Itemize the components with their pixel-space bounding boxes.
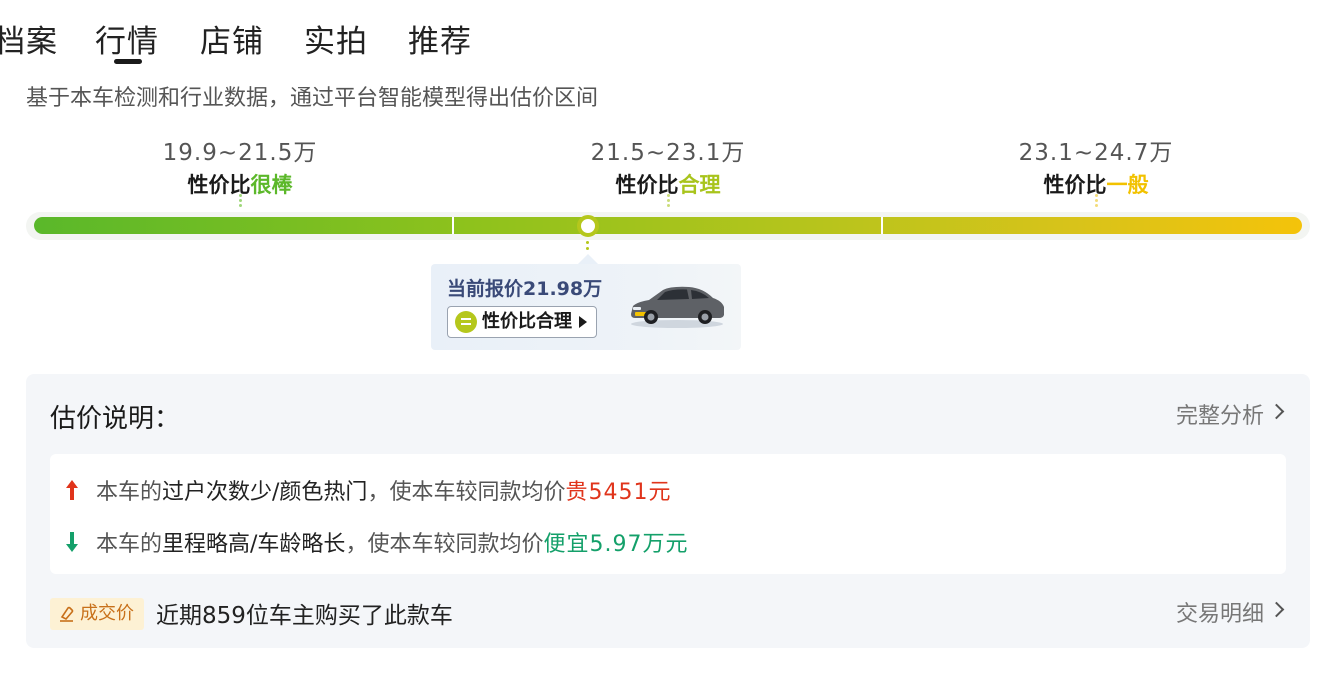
range-normal: 23.1~24.7万 性价比一般 <box>946 133 1246 199</box>
chevron-right-icon <box>1268 403 1285 420</box>
value-rating-label: 性价比合理 <box>482 311 572 332</box>
tab-recommend[interactable]: 推荐 <box>408 16 472 61</box>
range-label-highlight: 一般 <box>1106 173 1149 197</box>
explanation-title: 估价说明： <box>50 404 181 434</box>
price-bar-separator <box>881 217 883 234</box>
deal-summary: 近期859位车主购买了此款车 <box>156 603 453 629</box>
range-normal-connector <box>1095 194 1099 208</box>
range-price: 23.1~24.7万 <box>1018 140 1174 166</box>
reason-item: 本车的里程略高/车龄略长，使本车较同款均价便宜5.97万元 <box>96 526 688 558</box>
current-price-card: 当前报价21.98万 性价比合理 <box>431 264 741 350</box>
arrow-down-icon <box>66 532 78 552</box>
reason-middle: ，使本车较同款均价 <box>367 480 566 505</box>
deal-price-tag: 成交价 <box>50 598 144 630</box>
deal-tag-label: 成交价 <box>80 603 134 624</box>
tab-market[interactable]: 行情 <box>95 16 159 61</box>
current-price-title: 当前报价21.98万 <box>447 278 603 300</box>
full-analysis-label: 完整分析 <box>1175 404 1264 429</box>
price-bar <box>34 217 1302 234</box>
range-label-highlight: 很棒 <box>250 173 293 197</box>
reason-result: 贵5451元 <box>565 480 672 505</box>
value-rating-button[interactable]: 性价比合理 <box>447 306 597 338</box>
current-price-marker <box>577 215 600 237</box>
transaction-details-label: 交易明细 <box>1175 602 1264 627</box>
tab-photos[interactable]: 实拍 <box>304 16 368 61</box>
chevron-right-icon <box>1268 601 1285 618</box>
arrow-up-icon <box>66 480 78 500</box>
active-tab-indicator <box>114 59 142 64</box>
estimate-subtitle: 基于本车检测和行业数据，通过平台智能模型得出估价区间 <box>26 86 599 111</box>
tab-store[interactable]: 店铺 <box>200 16 264 61</box>
reason-prefix: 本车的 <box>96 532 163 557</box>
range-price: 19.9~21.5万 <box>162 140 318 166</box>
price-tag-icon <box>60 606 74 622</box>
range-great: 19.9~21.5万 性价比很棒 <box>90 133 390 199</box>
tab-archive[interactable]: 档案 <box>0 16 58 61</box>
price-bar-separator <box>452 217 454 234</box>
current-price-connector <box>586 241 590 253</box>
transaction-details-link[interactable]: 交易明细 <box>1175 596 1285 628</box>
equal-icon <box>455 311 477 333</box>
reason-list: 本车的过户次数少/颜色热门，使本车较同款均价贵5451元 本车的里程略高/车龄略… <box>50 454 1286 574</box>
range-fair-connector <box>667 194 671 208</box>
full-analysis-link[interactable]: 完整分析 <box>1175 398 1285 430</box>
play-arrow-icon <box>579 316 587 328</box>
car-icon <box>631 286 724 328</box>
reason-factor: 过户次数少/颜色热门 <box>162 480 368 505</box>
range-price: 21.5~23.1万 <box>590 140 746 166</box>
reason-result: 便宜5.97万元 <box>543 532 689 557</box>
reason-item: 本车的过户次数少/颜色热门，使本车较同款均价贵5451元 <box>96 474 671 506</box>
price-card-pointer <box>578 254 599 264</box>
estimate-explanation-panel: 估价说明： 完整分析 本车的过户次数少/颜色热门，使本车较同款均价贵5451元 … <box>26 374 1310 648</box>
reason-factor: 里程略高/车龄略长 <box>162 532 346 557</box>
range-great-connector <box>239 194 243 208</box>
reason-prefix: 本车的 <box>96 480 163 505</box>
reason-middle: ，使本车较同款均价 <box>345 532 544 557</box>
range-label-highlight: 合理 <box>678 173 721 197</box>
tab-bar: 档案 行情 店铺 实拍 推荐 <box>0 0 1336 70</box>
range-fair: 21.5~23.1万 性价比合理 <box>518 133 818 199</box>
